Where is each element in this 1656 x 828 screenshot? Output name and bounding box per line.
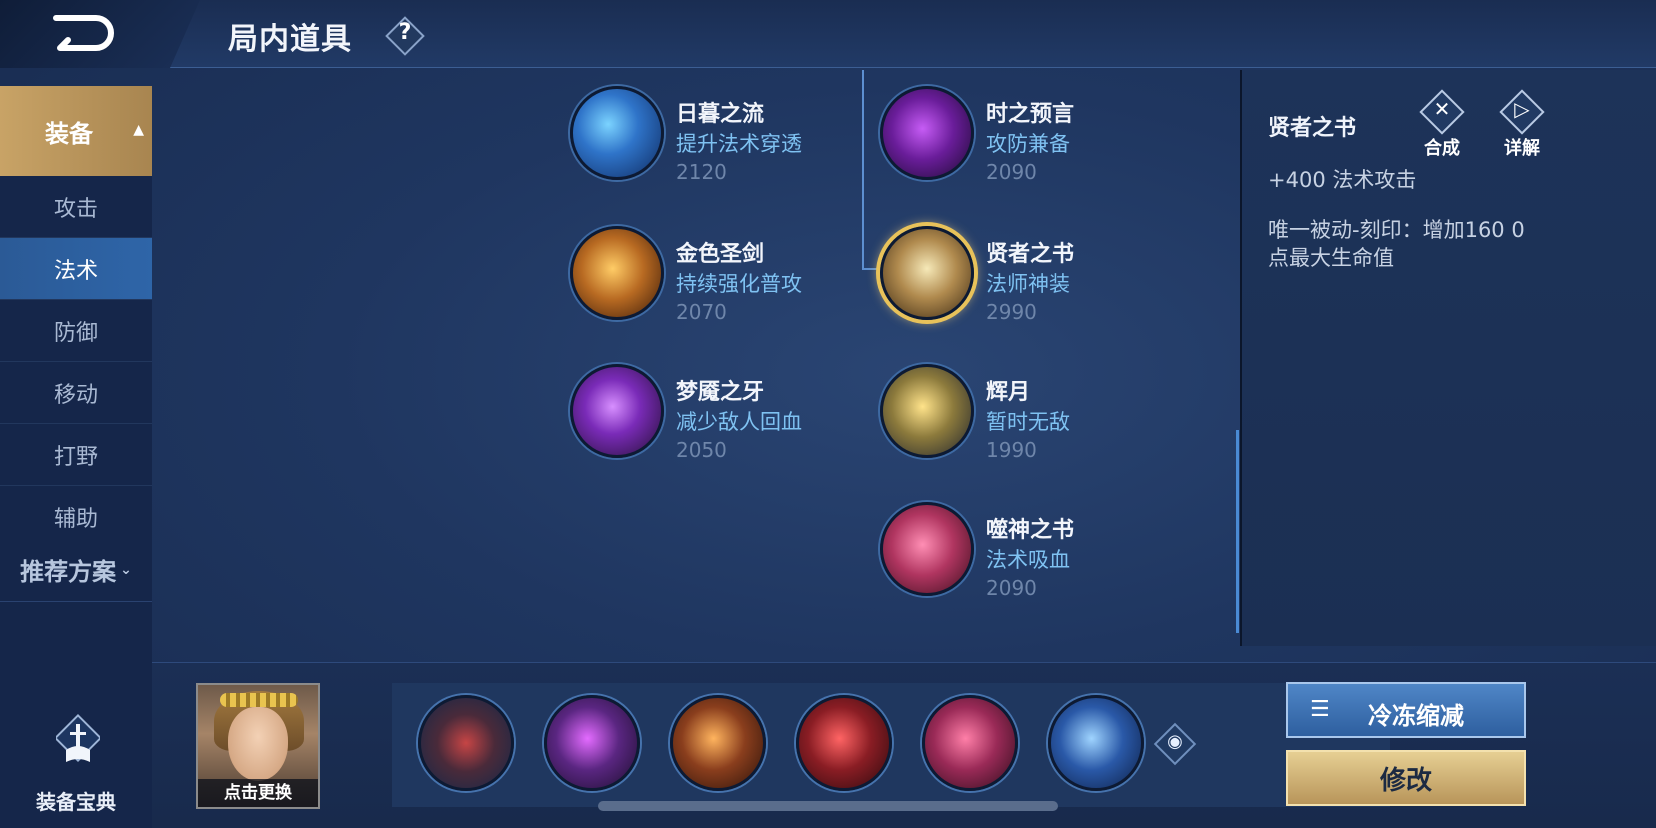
sidebar-item-magic[interactable]: 法术 (0, 238, 152, 300)
item-card[interactable]: 金色圣剑 持续强化普攻 2070 (570, 226, 850, 326)
eye-icon: ◉ (1167, 731, 1183, 752)
help-button[interactable]: ? (384, 15, 426, 57)
god-devour-book-icon (880, 502, 974, 596)
item-card[interactable]: 时之预言 攻防兼备 2090 (880, 86, 1160, 186)
armor-icon[interactable] (1048, 695, 1144, 791)
detail-attribute: +400 法术攻击 (1268, 168, 1417, 192)
recommend-plan-label: 推荐方案 (20, 558, 117, 586)
tree-connector-vertical (862, 70, 864, 270)
sidebar-item-label: 移动 (53, 382, 98, 408)
compose-label: 合成 (1424, 138, 1460, 159)
help-icon: ? (398, 20, 412, 45)
horizontal-scrollbar[interactable] (598, 801, 1058, 811)
hero-portrait-button[interactable]: 点击更换 (196, 683, 320, 809)
axe-icon[interactable] (544, 695, 640, 791)
page-title: 局内道具 (228, 22, 352, 57)
item-desc: 暂时无敌 (986, 410, 1070, 434)
item-tree: 日暮之流 提升法术穿透 2120 金色圣剑 持续强化普攻 2070 梦魇之牙 减… (160, 70, 1238, 646)
detail-item-name: 贤者之书 (1268, 116, 1357, 141)
sidebar-category-label: 装备 (45, 119, 93, 148)
modify-button[interactable]: 修改 (1286, 750, 1526, 806)
equipment-codex-button[interactable]: 装备宝典 (20, 702, 132, 814)
red-spear-icon[interactable] (796, 695, 892, 791)
back-arrow-icon (53, 15, 114, 51)
item-name: 时之预言 (986, 102, 1075, 127)
sunset-flow-icon (570, 86, 664, 180)
sidebar-item-defense[interactable]: 防御 (0, 300, 152, 362)
item-desc: 减少敌人回血 (676, 410, 802, 434)
preview-button[interactable]: ◉ (1152, 721, 1198, 767)
item-price: 2090 (986, 160, 1037, 184)
crossed-swords-icon: ✕ (1433, 97, 1451, 121)
item-desc: 持续强化普攻 (676, 272, 802, 296)
item-card[interactable]: 梦魇之牙 减少敌人回血 2050 (570, 364, 850, 464)
golden-sword-icon (570, 226, 664, 320)
item-name: 贤者之书 (986, 242, 1075, 267)
hero-face (228, 707, 288, 781)
item-card[interactable]: 日暮之流 提升法术穿透 2120 (570, 86, 850, 186)
boots-icon[interactable] (418, 695, 514, 791)
sidebar-item-label: 攻击 (53, 196, 98, 222)
pink-spear-icon[interactable] (922, 695, 1018, 791)
sidebar-item-label: 打野 (53, 444, 98, 470)
item-desc: 提升法术穿透 (676, 132, 802, 156)
sidebar-item-jungle[interactable]: 打野 (0, 424, 152, 486)
item-card[interactable]: 辉月 暂时无敌 1990 (880, 364, 1160, 464)
nightmare-fang-icon (570, 364, 664, 458)
hero-change-label: 点击更换 (198, 779, 318, 807)
detail-passive: 唯一被动-刻印：增加160 0点最大生命值 (1268, 218, 1525, 270)
back-button[interactable] (50, 12, 120, 54)
item-name: 梦魇之牙 (676, 380, 765, 405)
chevron-up-icon: ▲ (133, 122, 144, 138)
item-name: 辉月 (986, 380, 1031, 405)
list-icon: ☰ (1310, 697, 1330, 722)
item-price: 2090 (986, 576, 1037, 600)
item-desc: 攻防兼备 (986, 132, 1070, 156)
compose-button[interactable]: ✕ 合成 (1410, 84, 1474, 159)
item-price: 2050 (676, 438, 727, 462)
sidebar-item-label: 法术 (53, 258, 98, 284)
top-header: 局内道具 ? (0, 0, 1656, 68)
sidebar-item-label: 辅助 (53, 507, 98, 532)
play-circle-icon: ▷ (1514, 97, 1530, 121)
blade-icon[interactable] (670, 695, 766, 791)
item-card[interactable]: 噬神之书 法术吸血 2090 (880, 502, 1160, 602)
hero-crown (220, 693, 298, 707)
game-screen: 局内道具 ? 装备 ▲ 攻击 法术 防御 移动 打野 辅助 推荐方案 ⌄ 装备宝… (0, 0, 1656, 828)
item-name: 噬神之书 (986, 518, 1075, 543)
item-price: 2990 (986, 300, 1037, 324)
item-card-selected[interactable]: 贤者之书 法师神装 2990 (880, 226, 1160, 326)
time-prophecy-icon (880, 86, 974, 180)
item-price: 2120 (676, 160, 727, 184)
chevron-down-icon: ⌄ (120, 561, 132, 578)
sage-book-icon (880, 226, 974, 320)
recommend-plan-toggle[interactable]: 推荐方案 ⌄ (0, 538, 152, 602)
sidebar-category-equipment[interactable]: 装备 ▲ (0, 86, 152, 176)
codex-book-icon (53, 702, 103, 763)
sidebar-item-label: 防御 (53, 320, 98, 346)
item-desc: 法师神装 (986, 272, 1070, 296)
tree-scroll-indicator[interactable] (1236, 430, 1239, 633)
item-name: 金色圣剑 (676, 242, 765, 267)
item-desc: 法术吸血 (986, 548, 1070, 572)
item-price: 1990 (986, 438, 1037, 462)
modify-label: 修改 (1379, 765, 1432, 796)
item-name: 日暮之流 (676, 102, 765, 127)
item-detail-panel: 贤者之书 ✕ 合成 ▷ 详解 +400 法术攻击 唯一被动-刻印：增加160 0… (1240, 70, 1656, 646)
sidebar-item-attack[interactable]: 攻击 (0, 176, 152, 238)
detail-button[interactable]: ▷ 详解 (1490, 84, 1554, 159)
cooldown-label: 冷冻缩减 (1368, 702, 1464, 730)
detail-label: 详解 (1504, 138, 1540, 159)
sidebar-item-movement[interactable]: 移动 (0, 362, 152, 424)
cooldown-reduction-button[interactable]: ☰ 冷冻缩减 (1286, 682, 1526, 738)
codex-label: 装备宝典 (36, 790, 116, 814)
sidebar: 装备 ▲ 攻击 法术 防御 移动 打野 辅助 推荐方案 ⌄ 装备宝典 (0, 86, 152, 828)
radiant-moon-icon (880, 364, 974, 458)
item-price: 2070 (676, 300, 727, 324)
